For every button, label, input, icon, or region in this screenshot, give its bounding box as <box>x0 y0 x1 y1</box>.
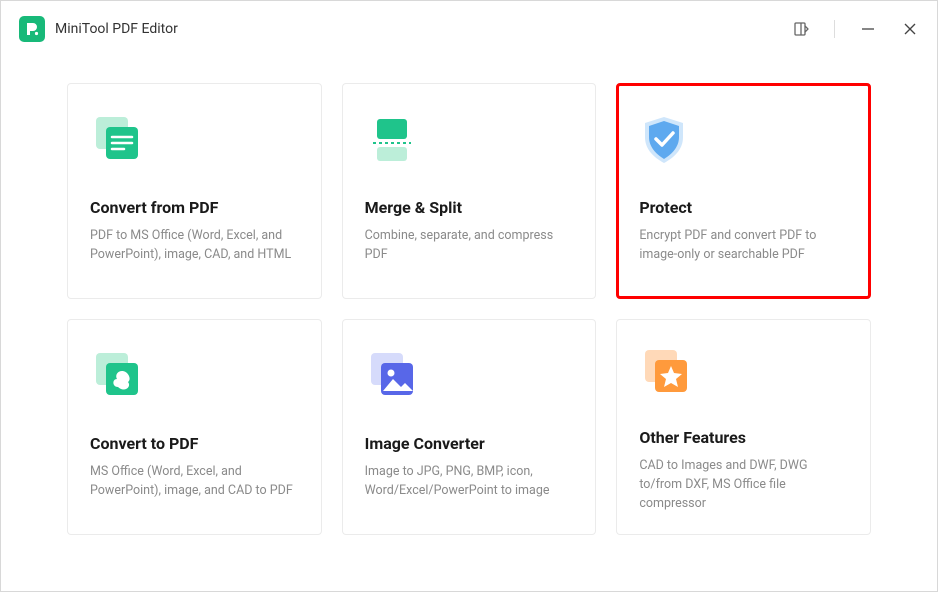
titlebar: MiniTool PDF Editor <box>1 1 937 57</box>
card-title: Convert from PDF <box>90 198 299 217</box>
other-features-star-icon <box>639 346 848 400</box>
card-desc: Encrypt PDF and convert PDF to image-onl… <box>639 227 848 265</box>
card-other-features[interactable]: Other Features CAD to Images and DWF, DW… <box>616 319 871 535</box>
card-desc: Combine, separate, and compress PDF <box>365 227 574 265</box>
close-button[interactable] <box>901 20 919 38</box>
titlebar-left: MiniTool PDF Editor <box>19 16 178 42</box>
card-desc: CAD to Images and DWF, DWG to/from DXF, … <box>639 457 848 513</box>
app-logo <box>19 16 45 42</box>
card-convert-to-pdf[interactable]: Convert to PDF MS Office (Word, Excel, a… <box>67 319 322 535</box>
card-convert-from-pdf[interactable]: Convert from PDF PDF to MS Office (Word,… <box>67 83 322 299</box>
content-area: Convert from PDF PDF to MS Office (Word,… <box>1 57 937 591</box>
card-protect[interactable]: Protect Encrypt PDF and convert PDF to i… <box>616 83 871 299</box>
card-title: Merge & Split <box>365 198 574 217</box>
app-title: MiniTool PDF Editor <box>55 21 178 37</box>
convert-from-pdf-icon <box>90 110 299 170</box>
card-desc: Image to JPG, PNG, BMP, icon, Word/Excel… <box>365 463 574 501</box>
card-merge-split[interactable]: Merge & Split Combine, separate, and com… <box>342 83 597 299</box>
card-title: Other Features <box>639 428 848 447</box>
card-desc: PDF to MS Office (Word, Excel, and Power… <box>90 227 299 265</box>
card-title: Protect <box>639 198 848 217</box>
card-title: Image Converter <box>365 434 574 453</box>
image-converter-icon <box>365 346 574 406</box>
card-image-converter[interactable]: Image Converter Image to JPG, PNG, BMP, … <box>342 319 597 535</box>
protect-shield-icon <box>639 110 848 170</box>
convert-to-pdf-icon <box>90 346 299 406</box>
window-action-icon[interactable] <box>792 20 810 38</box>
titlebar-right <box>792 20 919 38</box>
app-window: MiniTool PDF Editor <box>0 0 938 592</box>
card-title: Convert to PDF <box>90 434 299 453</box>
merge-split-icon <box>365 110 574 170</box>
card-grid: Convert from PDF PDF to MS Office (Word,… <box>67 83 871 535</box>
card-desc: MS Office (Word, Excel, and PowerPoint),… <box>90 463 299 501</box>
minimize-button[interactable] <box>859 20 877 38</box>
divider <box>834 20 835 38</box>
